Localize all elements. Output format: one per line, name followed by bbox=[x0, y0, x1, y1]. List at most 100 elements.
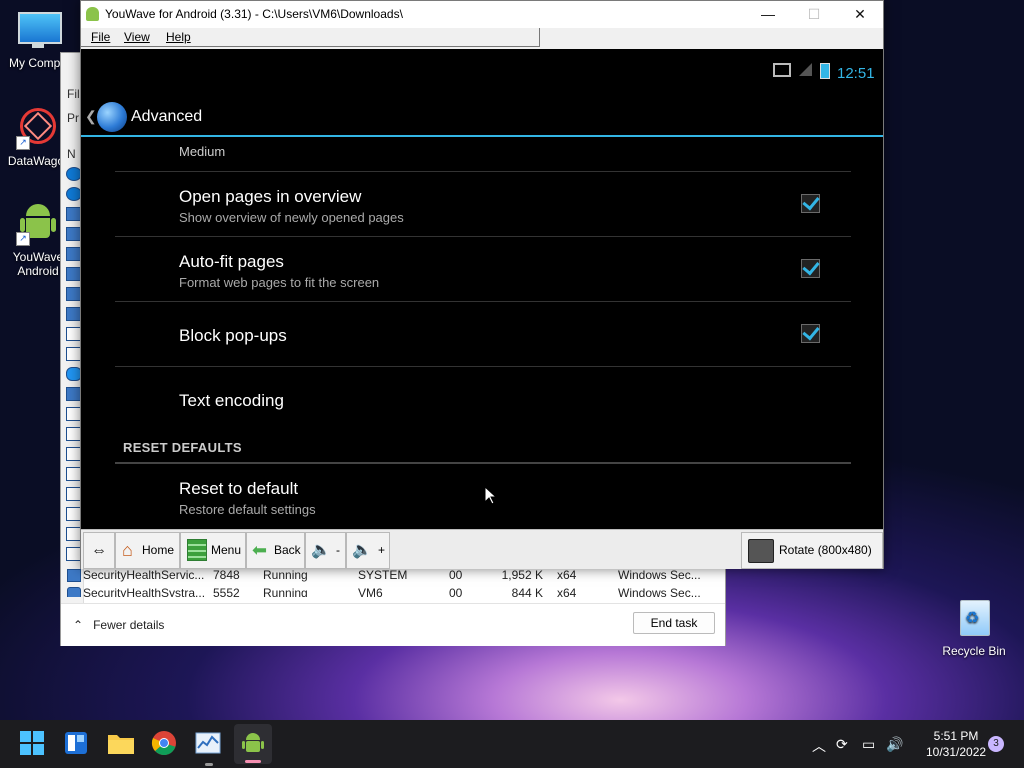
minimize-button[interactable]: — bbox=[745, 1, 791, 28]
process-user: VM6 bbox=[358, 586, 383, 597]
divider bbox=[115, 301, 851, 302]
pref-title: Auto-fit pages bbox=[179, 252, 284, 271]
shield-icon bbox=[67, 587, 81, 597]
volume-down-button[interactable]: 🔈 - bbox=[305, 532, 346, 569]
pref-summary: Format web pages to fit the screen bbox=[179, 275, 380, 290]
chrome-icon bbox=[151, 731, 176, 756]
end-task-button[interactable]: End task bbox=[633, 612, 715, 634]
back-button[interactable]: ⬅ Back bbox=[246, 532, 305, 569]
clock-date: 10/31/2022 bbox=[926, 745, 987, 759]
column-fragment: N bbox=[67, 147, 76, 161]
process-cpu: 00 bbox=[449, 586, 463, 597]
process-arch: x64 bbox=[557, 586, 577, 597]
menu-help[interactable]: Help bbox=[166, 30, 191, 44]
youwave-toolbar: ⇔ ⌂ Home Menu ⬅ Back 🔈 - 🔈 + Rotate (800… bbox=[81, 529, 883, 569]
fewer-details-label: Fewer details bbox=[93, 618, 165, 632]
recycle-bin-icon: ♻ bbox=[952, 596, 996, 640]
divider bbox=[115, 366, 851, 367]
checkbox-auto-fit-pages[interactable] bbox=[801, 259, 820, 278]
process-memory: 1,952 K bbox=[501, 568, 543, 582]
youwave-taskbar-button[interactable] bbox=[234, 724, 272, 764]
android-screen[interactable]: 12:51 ❮ Advanced Medium Open pages in ov… bbox=[81, 49, 883, 529]
back-arrow-icon: ⬅ bbox=[252, 540, 268, 560]
file-explorer-button[interactable] bbox=[107, 730, 135, 758]
mouse-cursor-icon bbox=[485, 487, 497, 505]
shortcut-arrow-icon: ↗ bbox=[16, 136, 30, 150]
table-row[interactable]: SecurityHealthServic... 7848 Running SYS… bbox=[65, 567, 725, 584]
volume-up-button[interactable]: 🔈 + bbox=[346, 532, 390, 569]
menu-label: Menu bbox=[211, 543, 242, 557]
widgets-button[interactable] bbox=[63, 730, 91, 758]
task-manager-icon bbox=[195, 732, 221, 754]
back-label: Back bbox=[274, 543, 301, 557]
start-button[interactable] bbox=[19, 730, 47, 758]
divider bbox=[115, 171, 851, 172]
process-name: SecurityHealthServic... bbox=[83, 568, 205, 582]
category-header: RESET DEFAULTS bbox=[123, 440, 242, 455]
checkbox-block-popups[interactable] bbox=[801, 324, 820, 343]
process-pid: 5552 bbox=[213, 586, 240, 597]
android-icon bbox=[86, 7, 99, 21]
clock-time: 5:51 PM bbox=[933, 729, 979, 743]
process-pid: 7848 bbox=[213, 568, 240, 582]
process-memory: 844 K bbox=[511, 586, 543, 597]
process-name: SecurityHealthSystra... bbox=[83, 586, 206, 597]
window-title: YouWave for Android (3.31) - C:\Users\VM… bbox=[105, 7, 403, 21]
android-icon: ↗ bbox=[16, 202, 60, 246]
rotate-label: Rotate (800x480) bbox=[779, 543, 872, 557]
pref-title: Open pages in overview bbox=[179, 187, 362, 206]
desktop-icon-recycle-bin[interactable]: ♻ Recycle Bin bbox=[936, 596, 1012, 658]
clock[interactable]: 5:51 PM 10/31/2022 bbox=[926, 728, 986, 760]
pref-summary: Restore default settings bbox=[179, 502, 316, 517]
divider bbox=[115, 236, 851, 237]
folder-icon bbox=[108, 735, 134, 754]
notification-badge[interactable]: 3 bbox=[988, 736, 1004, 752]
menu-bar: File View Help bbox=[81, 28, 540, 47]
active-indicator bbox=[245, 760, 261, 763]
page-title: Advanced bbox=[131, 108, 203, 125]
chevron-up-icon[interactable]: ︿ bbox=[812, 736, 826, 756]
menu-icon bbox=[187, 539, 207, 561]
signal-icon bbox=[799, 63, 812, 76]
android-status-bar: 12:51 bbox=[81, 49, 883, 97]
checkbox-open-pages-overview[interactable] bbox=[801, 194, 820, 213]
rotate-button[interactable]: Rotate (800x480) bbox=[741, 532, 883, 569]
widgets-icon bbox=[65, 732, 87, 754]
process-status: Running bbox=[263, 568, 308, 582]
taskbar: ︿ ⟳ ▭ 🔊 5:51 PM 10/31/2022 3 bbox=[0, 720, 1024, 768]
menu-view[interactable]: View bbox=[124, 30, 150, 44]
home-button[interactable]: ⌂ Home bbox=[115, 532, 180, 569]
volume-icon[interactable]: 🔊 bbox=[886, 736, 903, 753]
battery-icon bbox=[820, 63, 830, 79]
task-manager-button[interactable] bbox=[195, 730, 223, 758]
title-bar[interactable]: YouWave for Android (3.31) - C:\Users\VM… bbox=[81, 1, 883, 28]
chevron-up-icon: ⌃ bbox=[73, 618, 84, 632]
table-row[interactable]: SecurityHealthSystra... 5552 Running VM6… bbox=[65, 585, 725, 597]
home-label: Home bbox=[142, 543, 175, 557]
browser-globe-icon[interactable] bbox=[97, 102, 127, 132]
menu-fragment: Fil bbox=[67, 87, 80, 101]
network-icon[interactable]: ▭ bbox=[862, 736, 875, 753]
process-description: Windows Sec... bbox=[618, 568, 701, 582]
category-divider bbox=[115, 462, 851, 464]
process-cpu: 00 bbox=[449, 568, 463, 582]
monitor-icon bbox=[16, 8, 62, 52]
shortcut-arrow-icon: ↗ bbox=[16, 232, 30, 246]
sync-icon[interactable]: ⟳ bbox=[836, 736, 848, 753]
task-manager-footer: ⌃ Fewer details End task bbox=[61, 603, 725, 646]
network-icon bbox=[773, 63, 791, 77]
process-status: Running bbox=[263, 586, 308, 597]
chrome-button[interactable] bbox=[151, 730, 179, 758]
fewer-details-button[interactable]: ⌃ Fewer details bbox=[73, 618, 164, 632]
resize-arrows-button[interactable]: ⇔ bbox=[83, 532, 115, 569]
menu-button[interactable]: Menu bbox=[180, 532, 246, 569]
keyboard-phone-icon bbox=[748, 539, 774, 563]
maximize-button[interactable]: ☐ bbox=[791, 1, 837, 28]
tab-fragment: Pr bbox=[67, 111, 79, 125]
back-caret-icon[interactable]: ❮ bbox=[85, 108, 97, 125]
menu-file[interactable]: File bbox=[91, 30, 110, 44]
close-button[interactable]: ✕ bbox=[837, 1, 883, 28]
volume-plus-label: + bbox=[378, 543, 386, 557]
process-icon bbox=[67, 569, 81, 582]
process-arch: x64 bbox=[557, 568, 577, 582]
